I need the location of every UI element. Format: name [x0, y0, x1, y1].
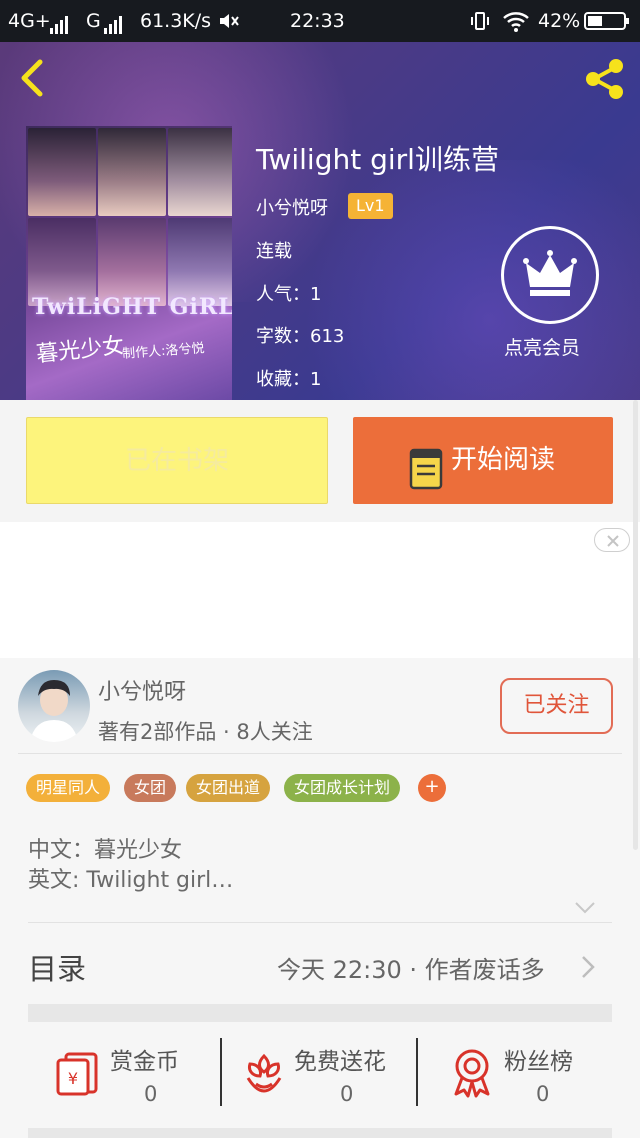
description-line: 中文：暮光少女 — [28, 838, 183, 863]
book-detail-page: 4G+ G 61.3K/s 22:33 42% TwiLiGHT GiRL 暮光… — [0, 0, 640, 1138]
cover-photo — [98, 128, 166, 216]
cover-photo — [168, 128, 232, 216]
book-word-count: 字数：613 — [256, 326, 345, 347]
vip-button[interactable] — [500, 226, 600, 324]
ribbon-medal-icon — [450, 1048, 494, 1102]
author-name[interactable]: 小兮悦呀 — [98, 674, 186, 706]
stat-label: 赏金币 — [110, 1049, 179, 1075]
status-bar: 4G+ G 61.3K/s 22:33 42% — [0, 0, 640, 42]
clock: 22:33 — [290, 10, 345, 32]
divider — [18, 753, 622, 754]
in-shelf-button[interactable]: 已在书架 — [26, 417, 328, 504]
book-title: Twilight girl训练营 — [256, 143, 499, 176]
ad-banner — [0, 522, 640, 658]
book-status: 连载 — [256, 241, 292, 262]
network-speed: 61.3K/s — [140, 10, 212, 32]
cover-subtitle: 暮光少女 — [35, 333, 126, 368]
back-button[interactable] — [16, 56, 50, 100]
cover-title: TwiLiGHT GiRL — [32, 294, 232, 320]
chevron-right-icon[interactable] — [580, 954, 596, 984]
book-icon — [409, 439, 443, 525]
wifi-icon — [502, 10, 530, 37]
share-icon — [586, 59, 623, 99]
action-bar: 已在书架 开始阅读 — [0, 400, 640, 522]
stat-value: 0 — [536, 1082, 550, 1106]
chevron-down-icon[interactable] — [574, 900, 596, 919]
divider — [28, 922, 612, 923]
red-envelope-icon: ¥ — [56, 1050, 104, 1102]
tag-item[interactable]: 女团 — [124, 774, 177, 802]
author-section: 小兮悦呀 著有2部作品 · 8人关注 已关注 明星同人 女团 女团出道 女团成长… — [0, 658, 640, 1138]
stat-value: 0 — [144, 1082, 158, 1106]
crown-icon — [501, 226, 599, 324]
section-separator — [28, 1004, 612, 1022]
start-reading-button[interactable]: 开始阅读 — [353, 417, 613, 504]
battery-percent: 42% — [538, 10, 581, 32]
start-reading-label: 开始阅读 — [451, 445, 556, 475]
cover-credit: 制作人:洛兮悦 — [121, 341, 205, 362]
flower-icon — [242, 1052, 286, 1102]
book-author[interactable]: 小兮悦呀 — [256, 194, 328, 220]
vibrate-icon — [470, 11, 490, 36]
book-cover[interactable]: TwiLiGHT GiRL 暮光少女 制作人:洛兮悦 — [26, 126, 232, 400]
author-avatar[interactable] — [18, 670, 90, 742]
cover-photo — [28, 128, 96, 216]
support-row: ¥ 赏金币 0 免费送花 0 粉丝榜 0 — [0, 1028, 640, 1124]
reward-coins-button[interactable]: ¥ 赏金币 0 — [0, 1028, 220, 1124]
stat-value: 0 — [340, 1082, 354, 1106]
cover-photo — [98, 218, 166, 306]
toc-title[interactable]: 目录 — [28, 946, 86, 988]
mute-icon — [218, 12, 240, 35]
scrollbar[interactable] — [633, 400, 638, 850]
network-g-label: G — [86, 10, 101, 32]
description-line: 英文: Twilight girl… — [28, 868, 234, 893]
tag-item[interactable]: 女团成长计划 — [284, 774, 401, 802]
network-4g-label: 4G+ — [8, 10, 51, 32]
level-badge: Lv1 — [348, 193, 393, 219]
share-button[interactable] — [582, 56, 628, 102]
tag-item[interactable]: 明星同人 — [26, 774, 111, 802]
cover-photo — [28, 218, 96, 306]
book-popularity: 人气：1 — [256, 284, 322, 305]
ad-close-button[interactable] — [594, 528, 630, 552]
signal-bars-icon-2 — [104, 10, 124, 34]
tag-item[interactable]: 女团出道 — [186, 774, 271, 802]
stat-label: 免费送花 — [294, 1049, 386, 1075]
section-separator — [28, 1128, 612, 1138]
fan-ranking-button[interactable]: 粉丝榜 0 — [418, 1028, 640, 1124]
stat-label: 粉丝榜 — [504, 1049, 573, 1075]
send-flower-button[interactable]: 免费送花 0 — [222, 1028, 416, 1124]
followed-button[interactable]: 已关注 — [500, 678, 613, 734]
book-favorites: 收藏：1 — [256, 369, 322, 390]
close-icon — [607, 535, 619, 547]
author-stats: 著有2部作品 · 8人关注 — [98, 720, 313, 744]
battery-icon — [584, 11, 632, 36]
add-tag-button[interactable]: + — [418, 774, 446, 802]
cover-photo — [168, 218, 232, 306]
vip-label[interactable]: 点亮会员 — [504, 333, 580, 360]
toc-latest-chapter[interactable]: 今天 22:30 · 作者废话多 — [277, 950, 545, 985]
signal-bars-icon — [50, 10, 70, 34]
svg-text:¥: ¥ — [68, 1069, 78, 1088]
